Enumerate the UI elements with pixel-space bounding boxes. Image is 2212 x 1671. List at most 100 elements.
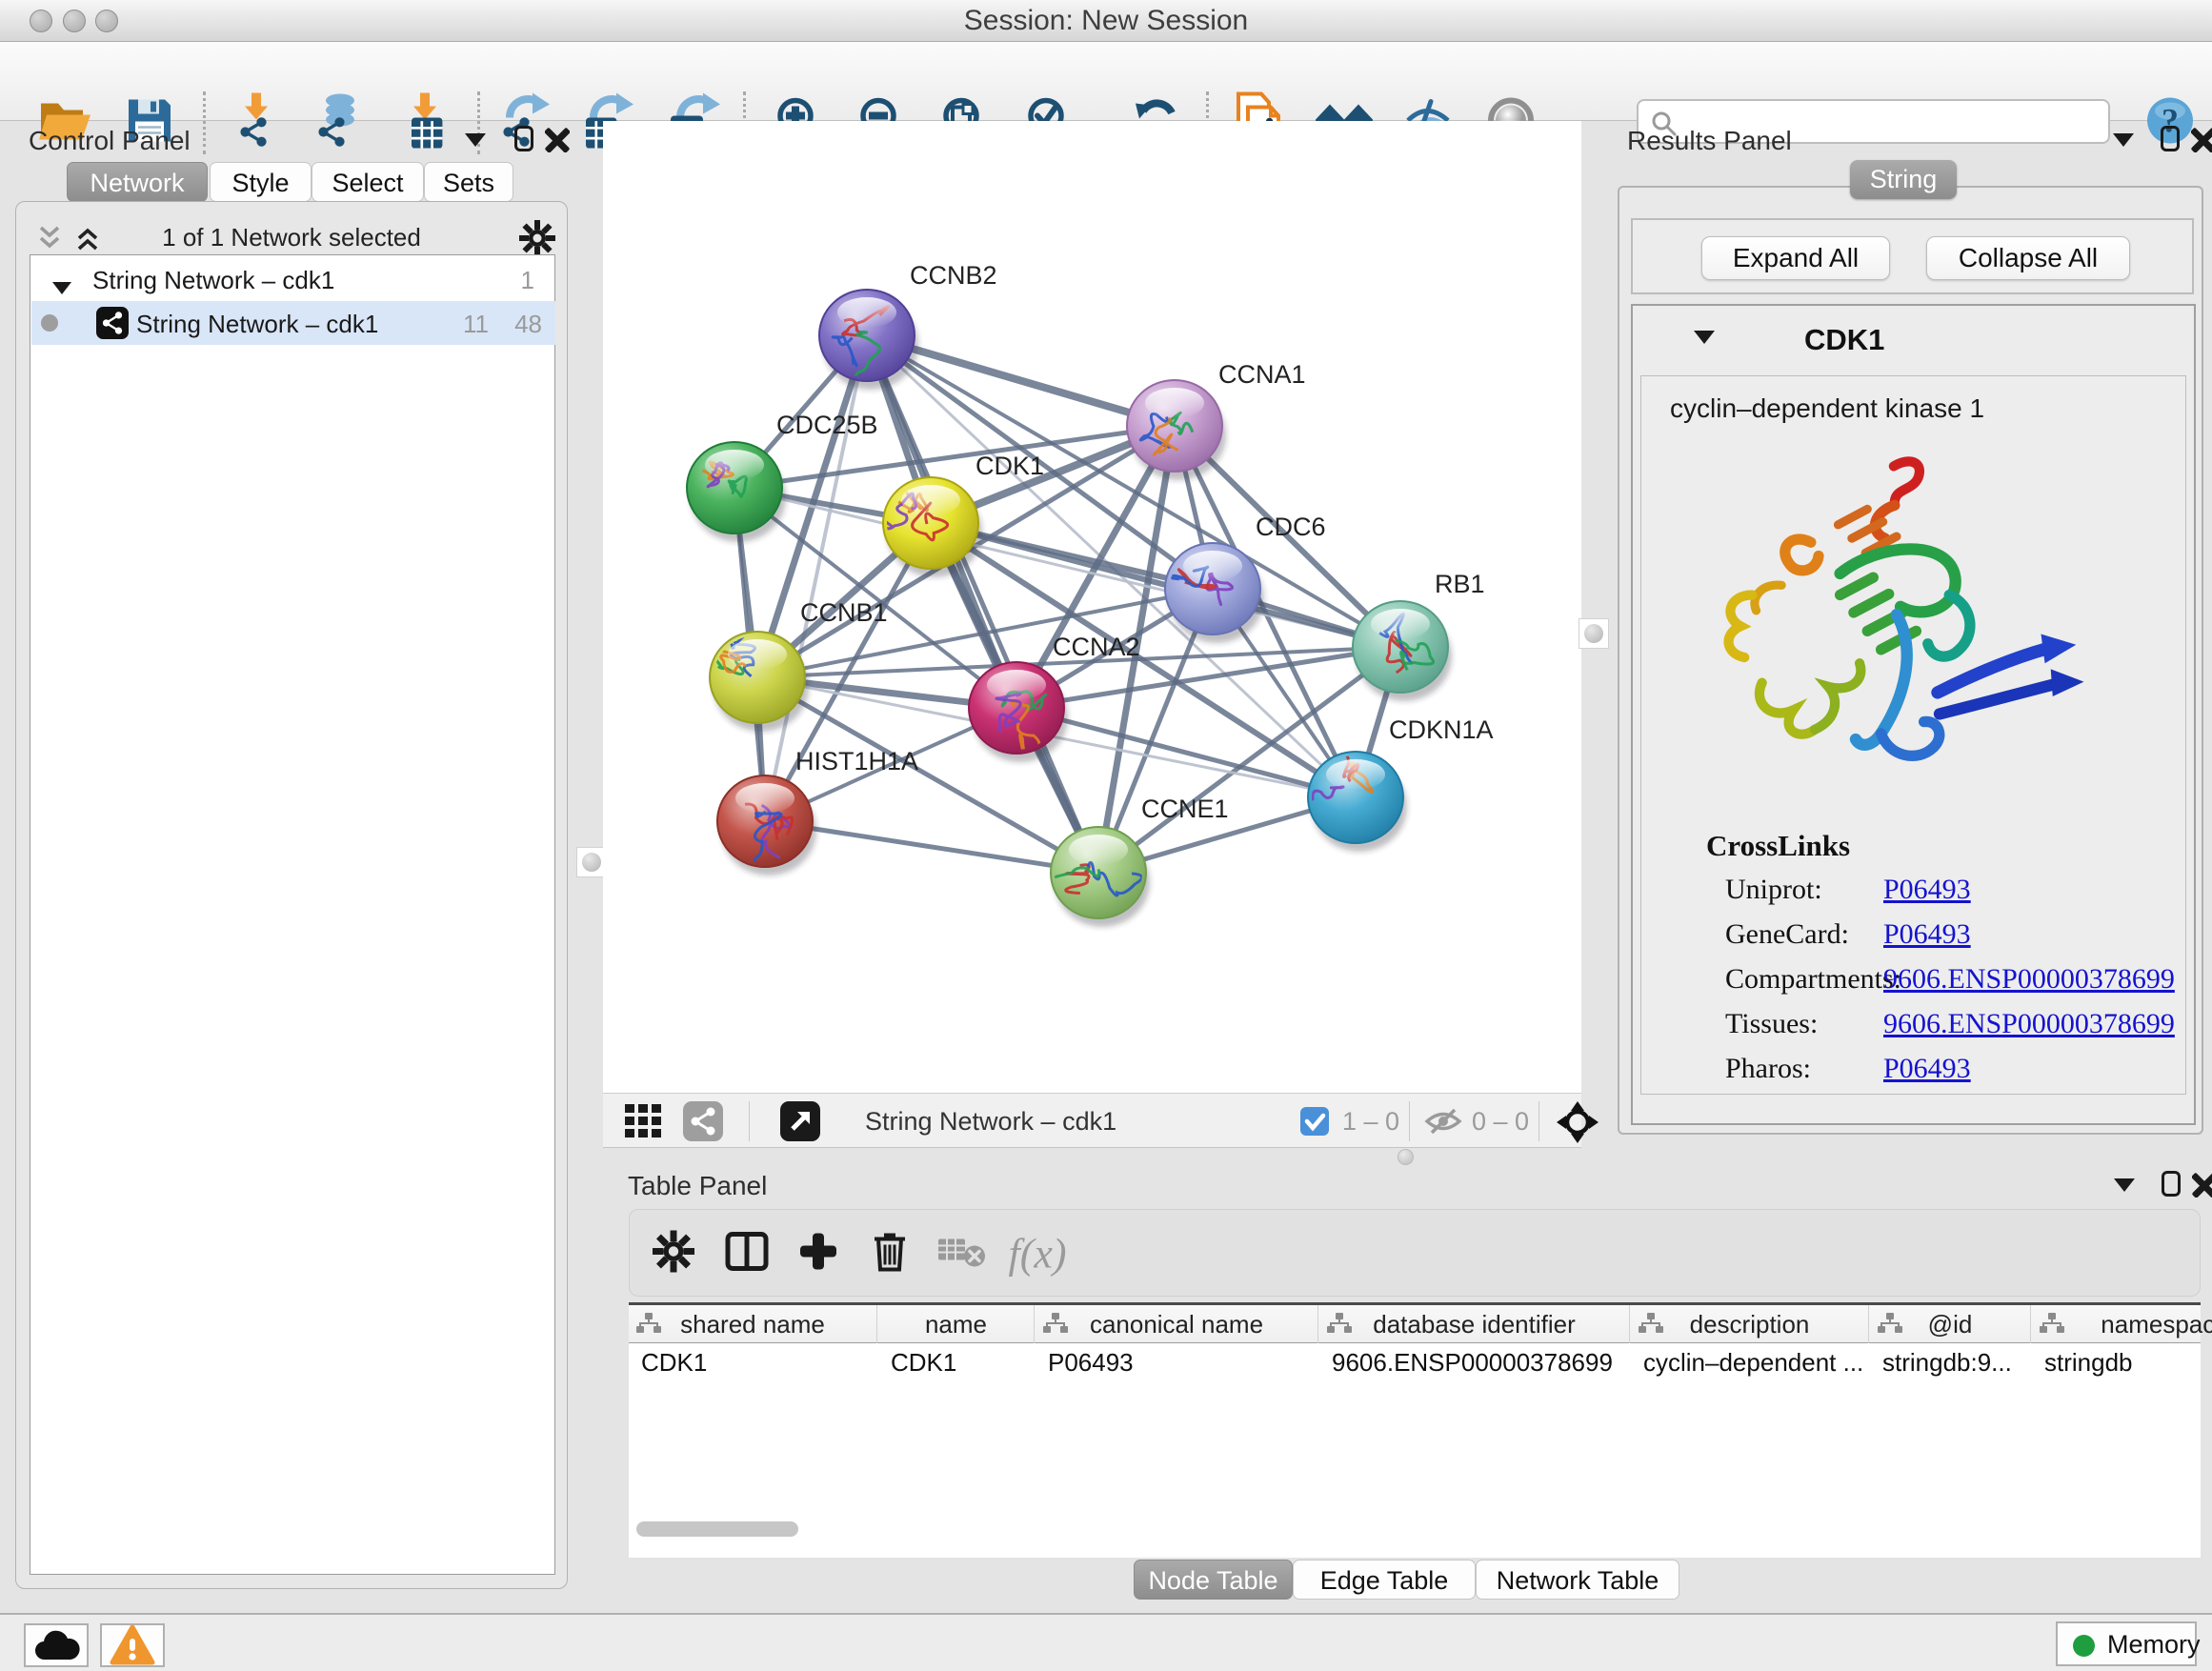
expand-all-button[interactable]: Expand All [1701, 236, 1890, 280]
tab-select[interactable]: Select [312, 162, 424, 202]
node-label: CCNA2 [1053, 633, 1140, 661]
add-column-icon[interactable] [798, 1232, 838, 1277]
delete-icon[interactable] [871, 1230, 909, 1278]
tab-string[interactable]: String [1850, 160, 1957, 199]
table-cell[interactable]: P06493 [1036, 1344, 1318, 1380]
column-header--id[interactable]: @id [1870, 1305, 2031, 1343]
table-cell[interactable]: CDK1 [629, 1344, 877, 1380]
edge-count: 48 [514, 310, 542, 339]
settings-gear-icon[interactable] [653, 1231, 694, 1278]
results-panel-float-icon[interactable] [2161, 126, 2180, 156]
network-node-rb1[interactable]: RB1 [1353, 570, 1485, 701]
table-cell[interactable]: stringdb [2032, 1344, 2212, 1380]
node-label: HIST1H1A [795, 747, 918, 775]
network-tree: String Network – cdk1 1 String Network –… [30, 254, 555, 1575]
open-in-new-window-icon[interactable] [780, 1101, 820, 1146]
delete-table-icon [938, 1234, 988, 1275]
table-toolbar: f(x) [629, 1209, 2201, 1297]
network-node-hist1h1a[interactable]: HIST1H1A [717, 747, 918, 876]
protein-description: cyclin–dependent kinase 1 [1670, 393, 1984, 424]
network-canvas[interactable]: CCNB2 CCNA1 CDC25B CDK1 CDC6 RB1 CCNB1 C… [603, 121, 1581, 1093]
table-cell[interactable]: cyclin–dependent ... [1631, 1344, 1869, 1380]
crosslink-label: Pharos: [1725, 1053, 1811, 1084]
columns-icon[interactable] [725, 1232, 769, 1277]
table-cell[interactable]: stringdb:9... [1870, 1344, 2031, 1380]
control-panel-close-icon[interactable] [545, 128, 570, 157]
table-cell[interactable]: 9606.ENSP00000378699 [1319, 1344, 1630, 1380]
network-node-cdc25b[interactable]: CDC25B [687, 411, 878, 542]
toolbar-separator [203, 91, 206, 154]
control-panel-menu-icon[interactable] [465, 133, 486, 151]
results-panel-close-icon[interactable] [2191, 128, 2212, 157]
network-view-share-icon[interactable] [683, 1101, 723, 1146]
warning-button[interactable] [100, 1623, 165, 1667]
collection-count: 1 [521, 266, 534, 295]
collapse-all-button[interactable]: Collapse All [1926, 236, 2130, 280]
expand-collapse-icon[interactable] [52, 272, 71, 301]
crosslink-link[interactable]: 9606.ENSP00000378699 [1883, 1008, 2175, 1040]
hidden-nodes-edges-count: 0 – 0 [1472, 1094, 1529, 1149]
column-header-description[interactable]: description [1631, 1305, 1869, 1343]
network-node-ccnb2[interactable]: CCNB2 [819, 261, 997, 390]
network-node-ccna1[interactable]: CCNA1 [1127, 360, 1306, 480]
column-header-canonical-name[interactable]: canonical name [1036, 1305, 1318, 1343]
network-node-cdk1[interactable]: CDK1 [876, 452, 1044, 577]
network-tree-row[interactable]: String Network – cdk1 11 48 [31, 301, 555, 345]
tab-sets[interactable]: Sets [424, 162, 513, 202]
crosslink-link[interactable]: P06493 [1883, 1053, 1971, 1085]
grid-view-icon[interactable] [624, 1102, 664, 1145]
memory-status-icon [2073, 1635, 2095, 1657]
table-panel-float-icon[interactable] [2162, 1171, 2181, 1201]
tab-network-table[interactable]: Network Table [1476, 1560, 1679, 1600]
protein-details: cyclin–dependent kinase 1 [1640, 375, 2186, 1095]
cloud-button[interactable] [24, 1623, 89, 1667]
network-node-ccne1[interactable]: CCNE1 [1023, 795, 1228, 927]
table-panel-title: Table Panel [628, 1171, 767, 1201]
crosslink-label: Tissues: [1725, 1008, 1818, 1039]
import-table-icon[interactable] [400, 93, 452, 153]
memory-button[interactable]: Memory [2056, 1621, 2197, 1666]
network-list-box: 1 of 1 Network selected String Network –… [15, 201, 568, 1589]
crosslink-link[interactable]: 9606.ENSP00000378699 [1883, 963, 2175, 996]
table-panel: Table Panel f(x) shared namenamecanonica… [616, 1150, 2212, 1605]
column-header-database-identifier[interactable]: database identifier [1319, 1305, 1630, 1343]
birds-eye-view-icon[interactable] [1556, 1100, 1599, 1149]
selected-checkbox-icon[interactable] [1300, 1107, 1329, 1140]
import-network-icon[interactable] [230, 93, 285, 153]
string-results-box: Expand All Collapse All CDK1 cyclin–depe… [1618, 186, 2203, 1135]
tab-node-table[interactable]: Node Table [1134, 1560, 1293, 1600]
control-panel-float-icon[interactable] [514, 126, 533, 156]
column-header-shared-name[interactable]: shared name [629, 1305, 877, 1343]
title-bar: Session: New Session [0, 0, 2212, 42]
node-label: RB1 [1435, 570, 1485, 598]
protein-name: CDK1 [1804, 323, 1884, 357]
node-table: shared namenamecanonical namedatabase id… [629, 1302, 2201, 1558]
control-panel-title: Control Panel [29, 126, 191, 156]
hidden-eye-slash-icon [1424, 1106, 1462, 1141]
network-node-ccnb1[interactable]: CCNB1 [709, 598, 888, 732]
crosslink-link[interactable]: P06493 [1883, 918, 1971, 951]
column-header-namespace[interactable]: namespace [2032, 1305, 2212, 1343]
table-panel-menu-icon[interactable] [2114, 1178, 2135, 1197]
column-header-name[interactable]: name [878, 1305, 1035, 1343]
collapse-section-icon[interactable] [1694, 331, 1715, 349]
window-title: Session: New Session [0, 0, 2212, 42]
function-builder-icon: f(x) [1008, 1230, 1066, 1278]
protein-section-header[interactable]: CDK1 [1633, 306, 2194, 375]
import-network-database-icon[interactable] [310, 93, 367, 153]
table-horizontal-scrollbar[interactable] [636, 1521, 798, 1537]
table-header-row: shared namenamecanonical namedatabase id… [629, 1305, 2201, 1343]
results-panel-menu-icon[interactable] [2113, 133, 2134, 151]
tab-style[interactable]: Style [210, 162, 312, 202]
right-splitter-handle[interactable] [1579, 618, 1609, 649]
table-panel-close-icon[interactable] [2192, 1173, 2212, 1202]
tab-edge-table[interactable]: Edge Table [1293, 1560, 1476, 1600]
crosslink-row: Compartments:9606.ENSP00000378699 [1725, 963, 2173, 1007]
node-label: CDC25B [776, 411, 878, 439]
crosslink-label: Uniprot: [1725, 874, 1822, 905]
network-tree-row[interactable]: String Network – cdk1 1 [31, 257, 555, 301]
crosslink-label: GeneCard: [1725, 918, 1849, 950]
crosslink-link[interactable]: P06493 [1883, 874, 1971, 906]
tab-network[interactable]: Network [67, 162, 208, 202]
table-cell[interactable]: CDK1 [878, 1344, 1035, 1380]
